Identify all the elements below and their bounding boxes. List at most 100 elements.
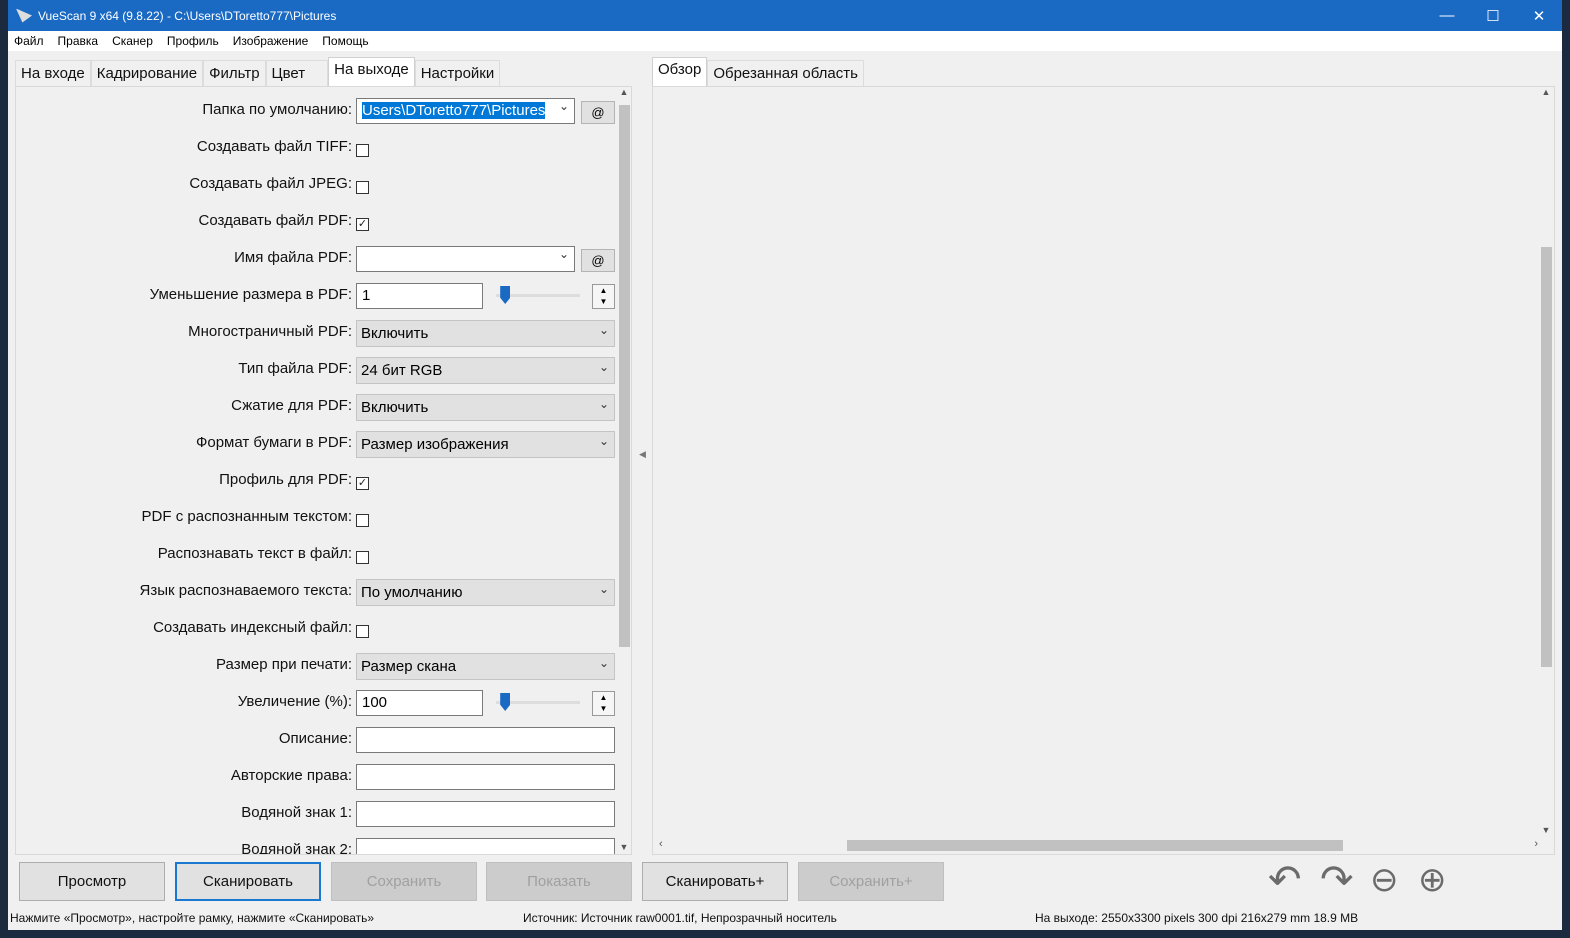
menu-edit[interactable]: Правка: [58, 34, 99, 48]
dropdown[interactable]: Размер изображения ⌄: [356, 431, 615, 458]
form-row: Создавать индексный файл:: [16, 615, 616, 643]
scroll-down-icon[interactable]: ▼: [616, 842, 631, 852]
chevron-down-icon: ⌄: [598, 360, 609, 374]
minimize-button[interactable]: —: [1424, 0, 1470, 31]
checkbox[interactable]: ✓: [356, 218, 369, 231]
menu-scanner[interactable]: Сканер: [112, 34, 153, 48]
app-logo-icon: [16, 8, 32, 23]
form-row: Профиль для PDF: ✓: [16, 467, 616, 495]
field-label: Авторские права:: [230, 767, 352, 784]
form-row: Уменьшение размера в PDF: 1 ▲ ▼: [16, 282, 616, 310]
collapse-panel-icon[interactable]: ◀: [639, 449, 646, 460]
right-vscroll-thumb[interactable]: [1541, 247, 1552, 667]
form-row: Папка по умолчанию: Users\DToretto777\Pic…: [16, 97, 616, 125]
scroll-left-icon[interactable]: ‹: [659, 838, 663, 850]
checkbox[interactable]: [356, 551, 369, 564]
slider[interactable]: [496, 693, 580, 711]
rotate-right-icon[interactable]: ↷: [1320, 860, 1354, 900]
show-button[interactable]: Показать: [486, 862, 632, 901]
maximize-button[interactable]: ☐: [1470, 0, 1516, 31]
dropdown[interactable]: По умолчанию ⌄: [356, 579, 615, 606]
combo-value: Users\DToretto777\Pictures: [362, 102, 546, 119]
field-label: Профиль для PDF:: [219, 471, 352, 488]
spinner[interactable]: ▲ ▼: [592, 691, 615, 716]
left-scroll-thumb[interactable]: [619, 105, 630, 647]
form-row: Формат бумаги в PDF: Размер изображения ⌄: [16, 430, 616, 458]
scan-button[interactable]: Сканировать: [175, 862, 321, 901]
save-plus-button[interactable]: Сохранить+: [798, 862, 944, 901]
tab-crop[interactable]: Кадрирование: [90, 60, 204, 86]
tab-preview[interactable]: Обзор: [652, 57, 708, 86]
slider-thumb[interactable]: [500, 286, 511, 304]
close-button[interactable]: ✕: [1516, 0, 1562, 31]
form-row: Создавать файл TIFF:: [16, 134, 616, 162]
scroll-up-icon[interactable]: ▲: [1538, 87, 1554, 97]
scroll-right-icon[interactable]: ›: [1534, 838, 1538, 850]
text-input[interactable]: [356, 764, 615, 790]
rotate-left-icon[interactable]: ↶: [1268, 860, 1302, 900]
menu-profile[interactable]: Профиль: [167, 34, 219, 48]
chevron-down-icon[interactable]: ⌄: [559, 99, 569, 113]
tab-filter[interactable]: Фильтр: [203, 60, 266, 86]
status-bar: Нажмите «Просмотр», настройте рамку, наж…: [8, 908, 1562, 930]
field-label: Водяной знак 1:: [241, 804, 352, 821]
form-row: Создавать файл JPEG:: [16, 171, 616, 199]
menu-file[interactable]: Файл: [14, 34, 44, 48]
dropdown[interactable]: 24 бит RGB ⌄: [356, 357, 615, 384]
text-input[interactable]: [356, 727, 615, 753]
zoom-out-icon[interactable]: ⊖: [1370, 860, 1399, 900]
checkbox[interactable]: [356, 625, 369, 638]
field-label: Распознавать текст в файл:: [157, 545, 352, 562]
menu-help[interactable]: Помощь: [322, 34, 368, 48]
form-row: Многостраничный PDF: Включить ⌄: [16, 319, 616, 347]
tab-scan-crop[interactable]: Обрезанная область: [707, 60, 864, 86]
slider-thumb[interactable]: [500, 693, 511, 711]
text-input[interactable]: [356, 838, 615, 854]
combo-input[interactable]: ⌄: [356, 246, 575, 272]
field-label: Сжатие для PDF:: [231, 397, 352, 414]
left-scrollbar[interactable]: ▲ ▼: [616, 87, 631, 854]
right-hscroll-thumb[interactable]: [847, 840, 1343, 851]
checkbox[interactable]: ✓: [356, 477, 369, 490]
field-label: Увеличение (%):: [237, 693, 352, 710]
form-row: Распознавать текст в файл:: [16, 541, 616, 569]
right-vscrollbar[interactable]: ▲ ▼: [1538, 87, 1554, 837]
save-button[interactable]: Сохранить: [331, 862, 477, 901]
form-row: Тип файла PDF: 24 бит RGB ⌄: [16, 356, 616, 384]
number-input[interactable]: 1: [356, 283, 483, 309]
dropdown[interactable]: Включить ⌄: [356, 320, 615, 347]
spinner[interactable]: ▲ ▼: [592, 284, 615, 309]
chevron-down-icon[interactable]: ⌄: [559, 247, 569, 261]
slider[interactable]: [496, 286, 580, 304]
form-row: Сжатие для PDF: Включить ⌄: [16, 393, 616, 421]
dropdown[interactable]: Включить ⌄: [356, 394, 615, 421]
menu-bar: Файл Правка Сканер Профиль Изображение П…: [8, 31, 1562, 51]
text-input[interactable]: [356, 801, 615, 827]
form-row: Имя файла PDF: ⌄ @: [16, 245, 616, 273]
checkbox[interactable]: [356, 181, 369, 194]
menu-image[interactable]: Изображение: [233, 34, 309, 48]
scroll-down-icon[interactable]: ▼: [1538, 825, 1554, 835]
preview-button[interactable]: Просмотр: [19, 862, 165, 901]
zoom-in-icon[interactable]: ⊕: [1418, 860, 1447, 900]
scan-plus-button[interactable]: Сканировать+: [642, 862, 788, 901]
checkbox[interactable]: [356, 144, 369, 157]
tab-prefs[interactable]: Настройки: [414, 60, 501, 86]
status-hint: Нажмите «Просмотр», настройте рамку, наж…: [10, 911, 375, 925]
form-row: Описание:: [16, 726, 616, 754]
dropdown-value: По умолчанию: [361, 584, 463, 601]
tab-input[interactable]: На входе: [15, 60, 91, 86]
macro-button[interactable]: @: [581, 249, 615, 272]
form-row: Водяной знак 2:: [16, 837, 616, 854]
macro-button[interactable]: @: [581, 101, 615, 124]
number-input[interactable]: 100: [356, 690, 483, 716]
scroll-up-icon[interactable]: ▲: [616, 87, 631, 97]
tab-color[interactable]: Цвет: [265, 60, 329, 86]
chevron-down-icon: ⌄: [598, 323, 609, 337]
combo-input[interactable]: Users\DToretto777\Pictures ⌄: [356, 98, 575, 124]
checkbox[interactable]: [356, 514, 369, 527]
dropdown-value: 24 бит RGB: [361, 362, 443, 379]
tab-output[interactable]: На выходе: [328, 57, 415, 86]
dropdown[interactable]: Размер скана ⌄: [356, 653, 615, 680]
right-hscrollbar[interactable]: ‹ ›: [653, 837, 1538, 854]
